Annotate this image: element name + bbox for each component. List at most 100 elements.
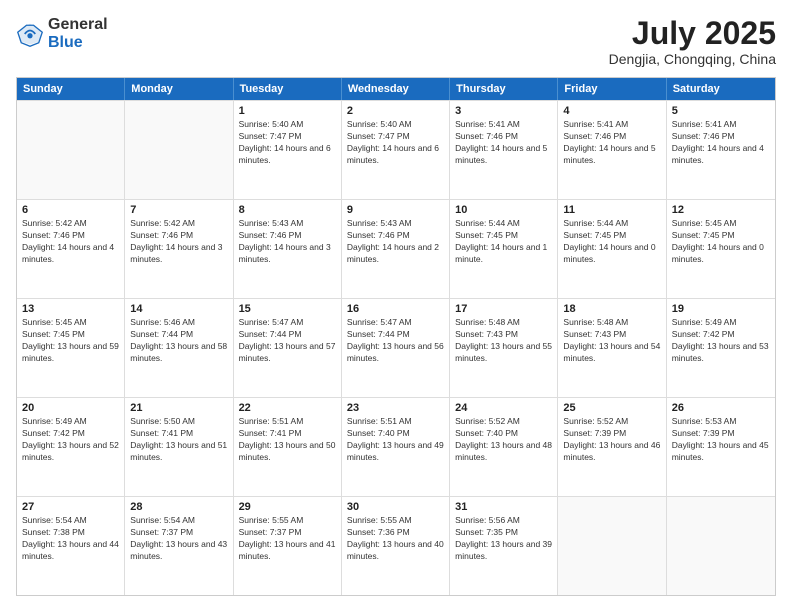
day-cell-10: 10 Sunrise: 5:44 AM Sunset: 7:45 PM Dayli… [450, 200, 558, 298]
cell-detail-6: Sunrise: 5:42 AM Sunset: 7:46 PM Dayligh… [22, 218, 119, 266]
day-number-26: 26 [672, 402, 770, 414]
cell-detail-3: Sunrise: 5:41 AM Sunset: 7:46 PM Dayligh… [455, 119, 552, 167]
day-cell-31: 31 Sunrise: 5:56 AM Sunset: 7:35 PM Dayli… [450, 497, 558, 595]
day-number-24: 24 [455, 402, 552, 414]
header-day-monday: Monday [125, 78, 233, 100]
day-number-29: 29 [239, 501, 336, 513]
day-cell-16: 16 Sunrise: 5:47 AM Sunset: 7:44 PM Dayli… [342, 299, 450, 397]
day-cell-2: 2 Sunrise: 5:40 AM Sunset: 7:47 PM Daylig… [342, 101, 450, 199]
cell-detail-4: Sunrise: 5:41 AM Sunset: 7:46 PM Dayligh… [563, 119, 660, 167]
day-cell-22: 22 Sunrise: 5:51 AM Sunset: 7:41 PM Dayli… [234, 398, 342, 496]
cell-detail-8: Sunrise: 5:43 AM Sunset: 7:46 PM Dayligh… [239, 218, 336, 266]
day-number-2: 2 [347, 105, 444, 117]
cell-detail-23: Sunrise: 5:51 AM Sunset: 7:40 PM Dayligh… [347, 416, 444, 464]
day-number-9: 9 [347, 204, 444, 216]
day-cell-24: 24 Sunrise: 5:52 AM Sunset: 7:40 PM Dayli… [450, 398, 558, 496]
header-day-thursday: Thursday [450, 78, 558, 100]
day-number-15: 15 [239, 303, 336, 315]
header-day-saturday: Saturday [667, 78, 775, 100]
day-number-7: 7 [130, 204, 227, 216]
cell-detail-13: Sunrise: 5:45 AM Sunset: 7:45 PM Dayligh… [22, 317, 119, 365]
day-number-4: 4 [563, 105, 660, 117]
logo-general-text: General [48, 16, 108, 33]
day-cell-29: 29 Sunrise: 5:55 AM Sunset: 7:37 PM Dayli… [234, 497, 342, 595]
cell-detail-19: Sunrise: 5:49 AM Sunset: 7:42 PM Dayligh… [672, 317, 770, 365]
empty-cell-w4-d6 [667, 497, 775, 595]
cell-detail-31: Sunrise: 5:56 AM Sunset: 7:35 PM Dayligh… [455, 515, 552, 563]
day-number-22: 22 [239, 402, 336, 414]
cell-detail-5: Sunrise: 5:41 AM Sunset: 7:46 PM Dayligh… [672, 119, 770, 167]
day-number-13: 13 [22, 303, 119, 315]
day-cell-28: 28Sunrise: 5:54 AM Sunset: 7:37 PM Dayli… [125, 497, 233, 595]
cell-detail-1: Sunrise: 5:40 AM Sunset: 7:47 PM Dayligh… [239, 119, 336, 167]
day-cell-12: 12 Sunrise: 5:45 AM Sunset: 7:45 PM Dayli… [667, 200, 775, 298]
page: General Blue July 2025 Dengjia, Chongqin… [0, 0, 792, 612]
cell-detail-30: Sunrise: 5:55 AM Sunset: 7:36 PM Dayligh… [347, 515, 444, 563]
day-cell-4: 4 Sunrise: 5:41 AM Sunset: 7:46 PM Daylig… [558, 101, 666, 199]
cell-detail-24: Sunrise: 5:52 AM Sunset: 7:40 PM Dayligh… [455, 416, 552, 464]
cell-detail-18: Sunrise: 5:48 AM Sunset: 7:43 PM Dayligh… [563, 317, 660, 365]
day-number-3: 3 [455, 105, 552, 117]
day-number-17: 17 [455, 303, 552, 315]
cell-detail-29: Sunrise: 5:55 AM Sunset: 7:37 PM Dayligh… [239, 515, 336, 563]
day-cell-23: 23 Sunrise: 5:51 AM Sunset: 7:40 PM Dayli… [342, 398, 450, 496]
cell-detail-22: Sunrise: 5:51 AM Sunset: 7:41 PM Dayligh… [239, 416, 336, 464]
day-number-12: 12 [672, 204, 770, 216]
week-row-3: 13 Sunrise: 5:45 AM Sunset: 7:45 PM Dayli… [17, 298, 775, 397]
day-cell-8: 8Sunrise: 5:43 AM Sunset: 7:46 PM Daylig… [234, 200, 342, 298]
day-cell-27: 27 Sunrise: 5:54 AM Sunset: 7:38 PM Dayli… [17, 497, 125, 595]
day-number-5: 5 [672, 105, 770, 117]
empty-cell-w0-d0 [17, 101, 125, 199]
day-cell-25: 25Sunrise: 5:52 AM Sunset: 7:39 PM Dayli… [558, 398, 666, 496]
calendar-title: July 2025 [609, 16, 776, 51]
day-number-18: 18 [563, 303, 660, 315]
day-number-6: 6 [22, 204, 119, 216]
day-number-28: 28 [130, 501, 227, 513]
cell-detail-12: Sunrise: 5:45 AM Sunset: 7:45 PM Dayligh… [672, 218, 770, 266]
cell-detail-10: Sunrise: 5:44 AM Sunset: 7:45 PM Dayligh… [455, 218, 552, 266]
day-cell-9: 9 Sunrise: 5:43 AM Sunset: 7:46 PM Daylig… [342, 200, 450, 298]
day-cell-26: 26Sunrise: 5:53 AM Sunset: 7:39 PM Dayli… [667, 398, 775, 496]
day-number-16: 16 [347, 303, 444, 315]
empty-cell-w4-d5 [558, 497, 666, 595]
header-day-friday: Friday [558, 78, 666, 100]
header-day-sunday: Sunday [17, 78, 125, 100]
day-number-10: 10 [455, 204, 552, 216]
day-number-1: 1 [239, 105, 336, 117]
day-number-11: 11 [563, 204, 660, 216]
title-block: July 2025 Dengjia, Chongqing, China [609, 16, 776, 67]
day-cell-15: 15 Sunrise: 5:47 AM Sunset: 7:44 PM Dayli… [234, 299, 342, 397]
calendar-subtitle: Dengjia, Chongqing, China [609, 51, 776, 67]
day-cell-1: 1 Sunrise: 5:40 AM Sunset: 7:47 PM Daylig… [234, 101, 342, 199]
logo: General Blue [16, 16, 108, 51]
header: General Blue July 2025 Dengjia, Chongqin… [16, 16, 776, 67]
day-cell-30: 30Sunrise: 5:55 AM Sunset: 7:36 PM Dayli… [342, 497, 450, 595]
cell-detail-15: Sunrise: 5:47 AM Sunset: 7:44 PM Dayligh… [239, 317, 336, 365]
cell-detail-14: Sunrise: 5:46 AM Sunset: 7:44 PM Dayligh… [130, 317, 227, 365]
day-cell-5: 5 Sunrise: 5:41 AM Sunset: 7:46 PM Daylig… [667, 101, 775, 199]
empty-cell-w0-d1 [125, 101, 233, 199]
calendar-body: 1 Sunrise: 5:40 AM Sunset: 7:47 PM Daylig… [17, 100, 775, 595]
cell-detail-27: Sunrise: 5:54 AM Sunset: 7:38 PM Dayligh… [22, 515, 119, 563]
day-cell-6: 6 Sunrise: 5:42 AM Sunset: 7:46 PM Daylig… [17, 200, 125, 298]
day-cell-7: 7Sunrise: 5:42 AM Sunset: 7:46 PM Daylig… [125, 200, 233, 298]
logo-text: General Blue [48, 16, 108, 51]
logo-icon [16, 20, 44, 48]
calendar-header-row: SundayMondayTuesdayWednesdayThursdayFrid… [17, 78, 775, 100]
day-number-31: 31 [455, 501, 552, 513]
cell-detail-9: Sunrise: 5:43 AM Sunset: 7:46 PM Dayligh… [347, 218, 444, 266]
week-row-2: 6 Sunrise: 5:42 AM Sunset: 7:46 PM Daylig… [17, 199, 775, 298]
week-row-5: 27 Sunrise: 5:54 AM Sunset: 7:38 PM Dayli… [17, 496, 775, 595]
day-number-27: 27 [22, 501, 119, 513]
day-number-21: 21 [130, 402, 227, 414]
day-number-25: 25 [563, 402, 660, 414]
day-cell-11: 11Sunrise: 5:44 AM Sunset: 7:45 PM Dayli… [558, 200, 666, 298]
day-number-19: 19 [672, 303, 770, 315]
day-cell-19: 19 Sunrise: 5:49 AM Sunset: 7:42 PM Dayli… [667, 299, 775, 397]
day-cell-14: 14Sunrise: 5:46 AM Sunset: 7:44 PM Dayli… [125, 299, 233, 397]
cell-detail-2: Sunrise: 5:40 AM Sunset: 7:47 PM Dayligh… [347, 119, 444, 167]
day-number-23: 23 [347, 402, 444, 414]
day-cell-20: 20Sunrise: 5:49 AM Sunset: 7:42 PM Dayli… [17, 398, 125, 496]
week-row-4: 20Sunrise: 5:49 AM Sunset: 7:42 PM Dayli… [17, 397, 775, 496]
cell-detail-16: Sunrise: 5:47 AM Sunset: 7:44 PM Dayligh… [347, 317, 444, 365]
